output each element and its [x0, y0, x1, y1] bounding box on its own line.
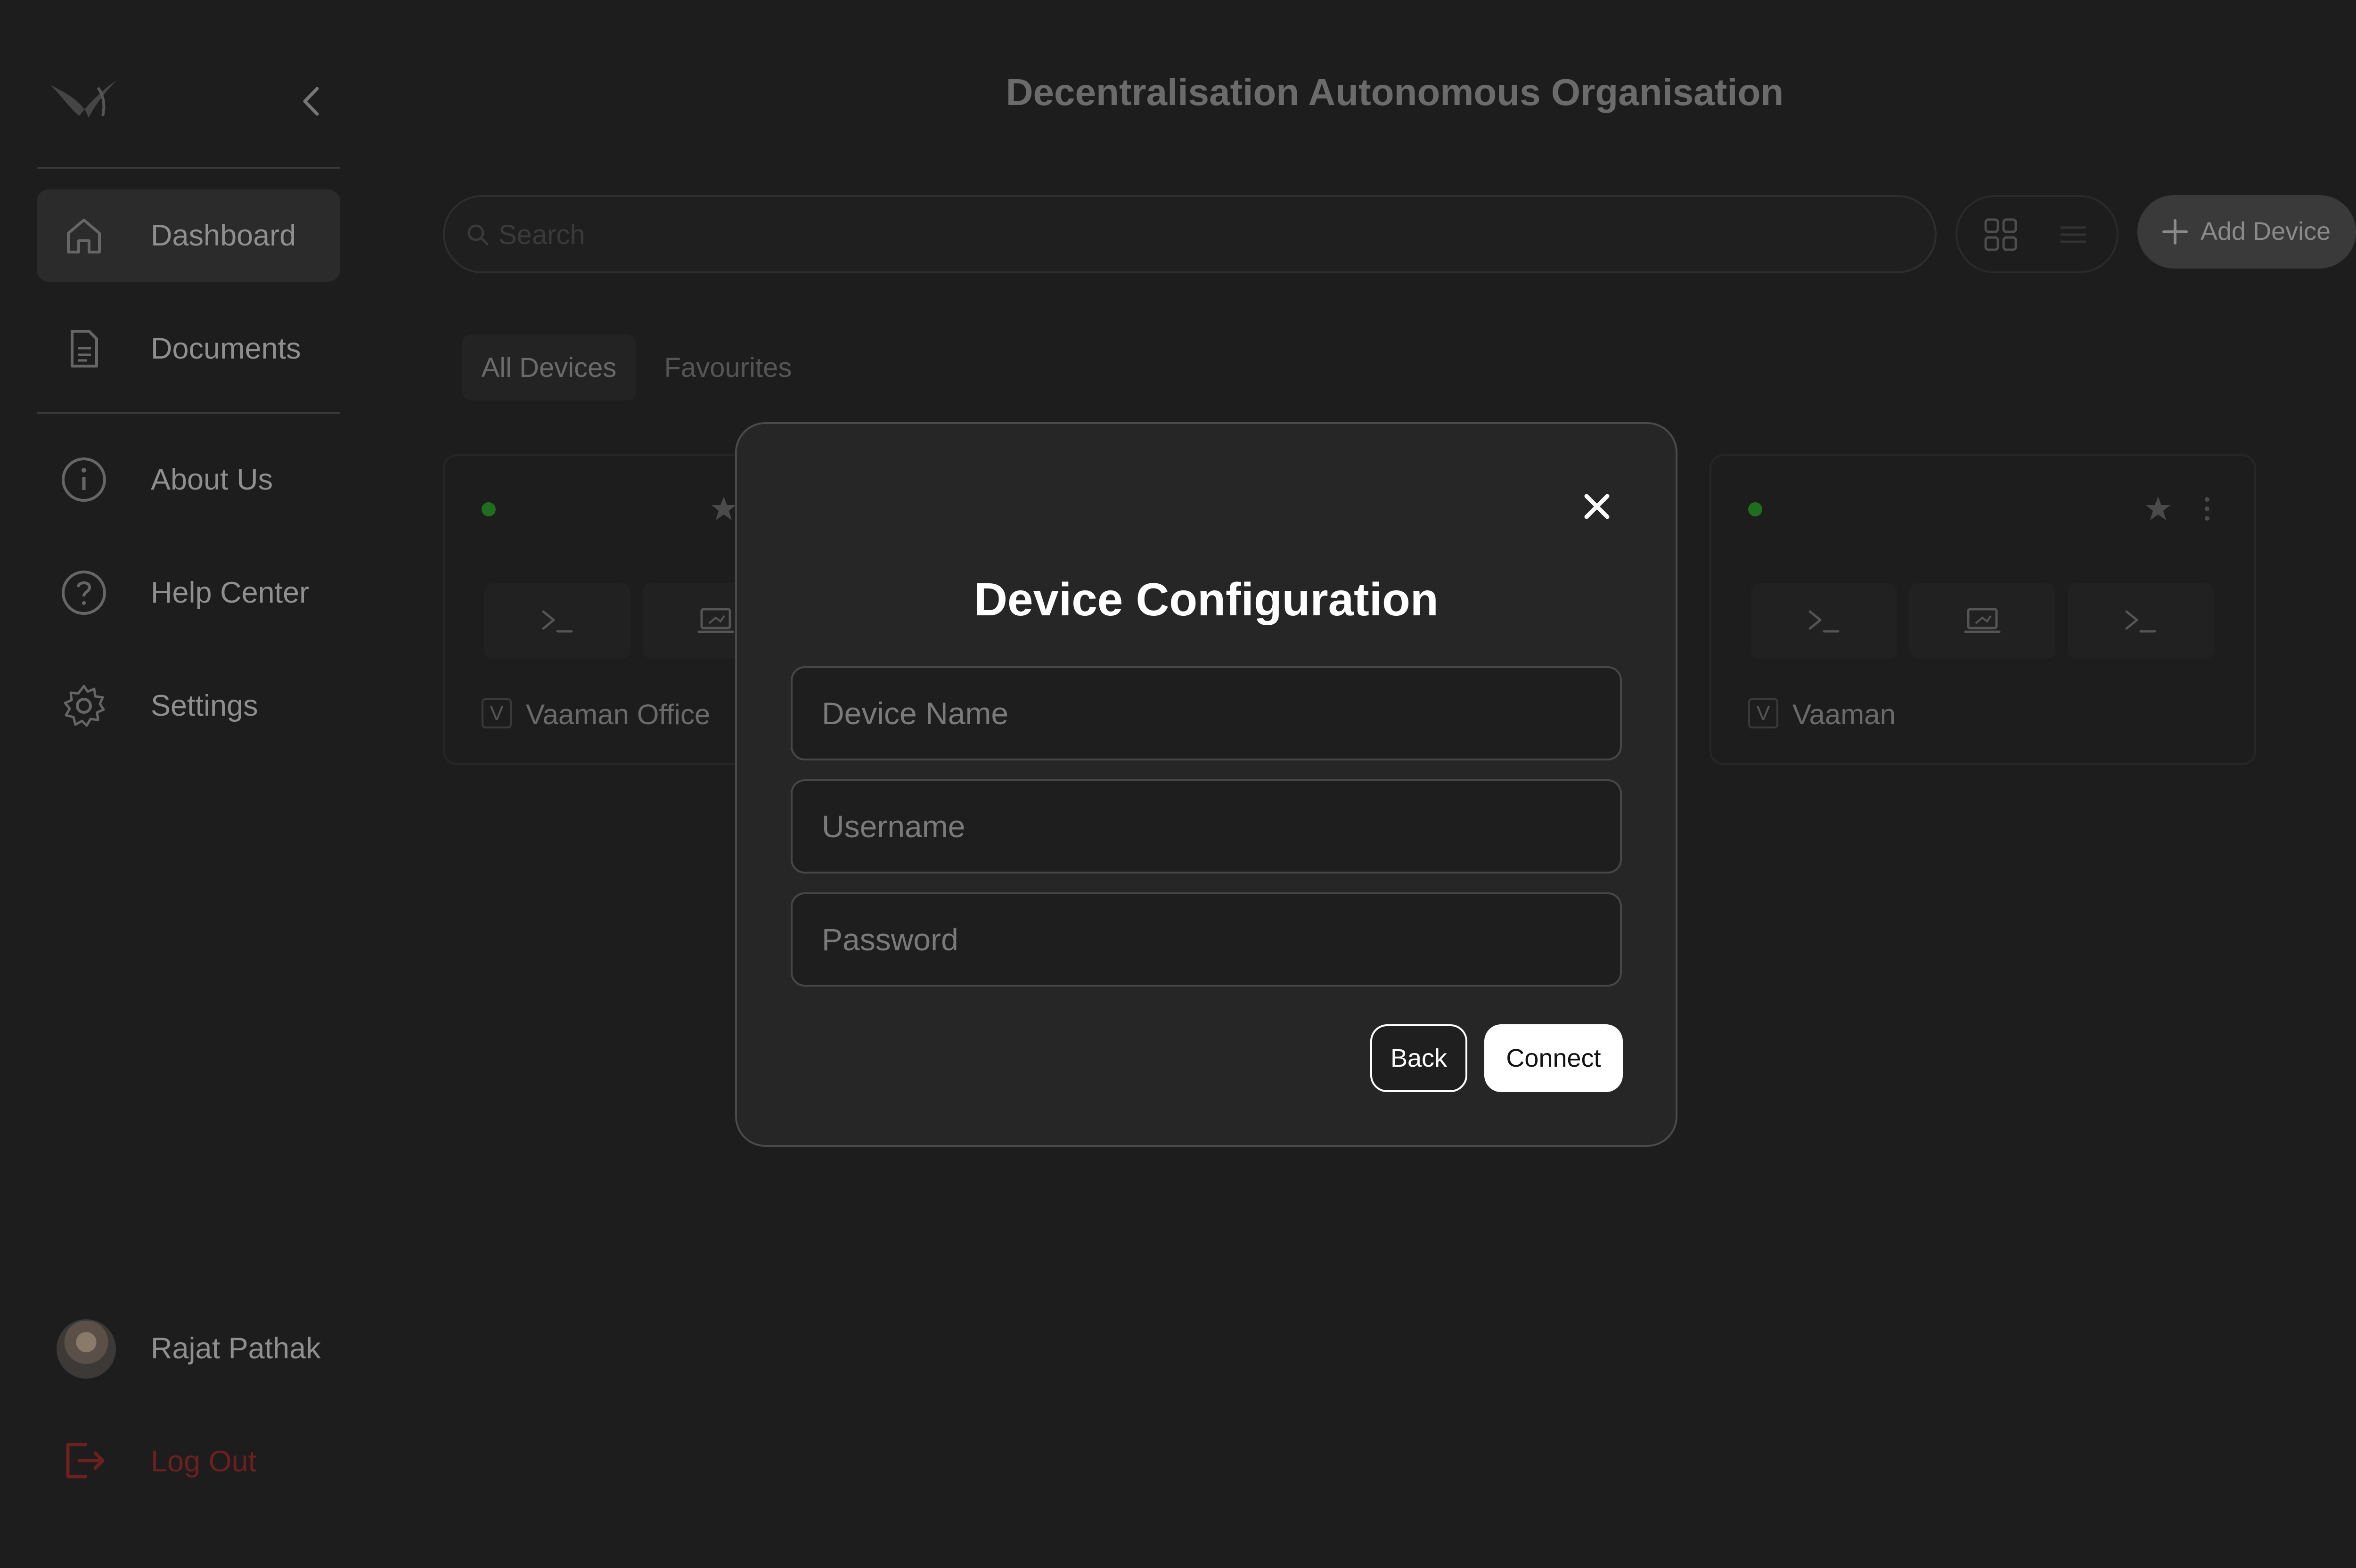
device-configuration-modal: Device Configuration Back Connect [735, 422, 1677, 1147]
back-button[interactable]: Back [1370, 1024, 1467, 1092]
close-icon [1584, 494, 1610, 519]
device-name-field[interactable] [791, 666, 1622, 760]
password-field[interactable] [791, 892, 1622, 987]
connect-button[interactable]: Connect [1484, 1024, 1623, 1092]
username-field[interactable] [791, 779, 1622, 874]
app-window: Dashboard Documents About Us Help Center [0, 0, 2356, 1568]
modal-title: Device Configuration [974, 573, 1439, 625]
close-button[interactable] [1576, 485, 1618, 528]
